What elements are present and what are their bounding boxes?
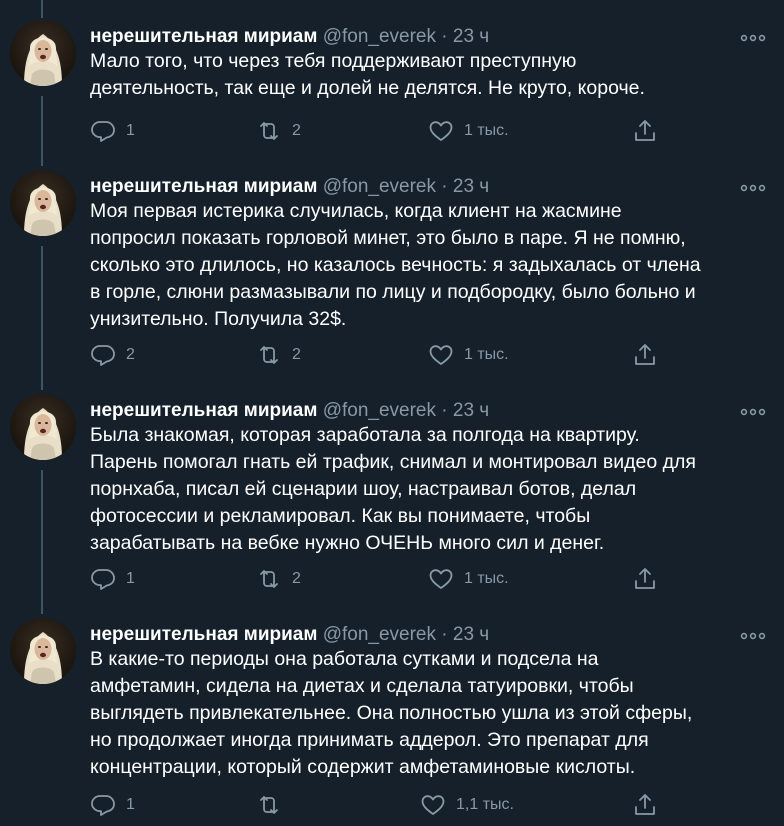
tweet-text: Мало того, что через тебя поддерживают п… bbox=[90, 50, 645, 99]
tweet-header: нерешительная мириам @fon_everek · 23 ч bbox=[90, 174, 489, 200]
avatar[interactable] bbox=[10, 394, 76, 460]
tweet-actions: 1 2 1 тыс. bbox=[90, 564, 670, 594]
retweet-count: 2 bbox=[292, 570, 301, 587]
tweet[interactable]: нерешительная мириам @fon_everek · 23 ч … bbox=[0, 170, 784, 394]
reply-icon bbox=[90, 792, 116, 818]
reply-count: 1 bbox=[126, 796, 135, 813]
separator-dot: · bbox=[441, 624, 448, 645]
like-button[interactable]: 1,1 тыс. bbox=[420, 790, 514, 820]
like-button[interactable]: 1 тыс. bbox=[428, 116, 509, 146]
author-name[interactable]: нерешительная мириам bbox=[90, 624, 317, 645]
heart-icon bbox=[428, 566, 454, 592]
author-name[interactable]: нерешительная мириам bbox=[90, 400, 317, 421]
retweet-count: 2 bbox=[292, 122, 301, 139]
tweet-actions: 1 2 1 тыс. bbox=[90, 116, 670, 146]
retweet-count: 2 bbox=[292, 346, 301, 363]
like-count: 1 тыс. bbox=[464, 570, 509, 587]
separator-dot: · bbox=[441, 400, 448, 421]
more-icon[interactable] bbox=[740, 180, 766, 192]
retweet-icon bbox=[256, 118, 282, 144]
tweet-actions: 1 1,1 тыс. bbox=[90, 790, 670, 820]
thread-line bbox=[41, 0, 43, 18]
author-handle[interactable]: @fon_everek bbox=[323, 400, 436, 421]
reply-count: 2 bbox=[126, 346, 135, 363]
reply-button[interactable]: 1 bbox=[90, 116, 135, 146]
author-handle[interactable]: @fon_everek bbox=[323, 26, 436, 47]
like-count: 1,1 тыс. bbox=[456, 796, 514, 813]
share-button[interactable] bbox=[632, 564, 658, 594]
tweet-time[interactable]: 23 ч bbox=[453, 624, 489, 645]
share-icon bbox=[632, 792, 658, 818]
avatar[interactable] bbox=[10, 20, 76, 86]
separator-dot: · bbox=[441, 26, 448, 47]
share-button[interactable] bbox=[632, 116, 658, 146]
heart-icon bbox=[420, 792, 446, 818]
reply-icon bbox=[90, 566, 116, 592]
like-button[interactable]: 1 тыс. bbox=[428, 564, 509, 594]
author-name[interactable]: нерешительная мириам bbox=[90, 26, 317, 47]
tweet[interactable]: нерешительная мириам @fon_everek · 23 ч … bbox=[0, 394, 784, 618]
retweet-icon bbox=[256, 342, 282, 368]
reply-button[interactable]: 2 bbox=[90, 340, 135, 370]
reply-icon bbox=[90, 118, 116, 144]
tweet-actions: 2 2 1 тыс. bbox=[90, 340, 670, 370]
more-icon[interactable] bbox=[740, 628, 766, 640]
tweet-header: нерешительная мириам @fon_everek · 23 ч bbox=[90, 622, 489, 648]
tweet-text: Моя первая истерика случилась, когда кли… bbox=[90, 200, 701, 330]
tweet-text: В какие-то периоды она работала сутками … bbox=[90, 648, 693, 778]
avatar[interactable] bbox=[10, 170, 76, 236]
reply-icon bbox=[90, 342, 116, 368]
like-button[interactable]: 1 тыс. bbox=[428, 340, 509, 370]
like-count: 1 тыс. bbox=[464, 346, 509, 363]
separator-dot: · bbox=[441, 176, 448, 197]
retweet-button[interactable]: 2 bbox=[256, 564, 301, 594]
author-name[interactable]: нерешительная мириам bbox=[90, 176, 317, 197]
author-handle[interactable]: @fon_everek bbox=[323, 176, 436, 197]
retweet-icon bbox=[256, 792, 282, 818]
retweet-button[interactable]: 2 bbox=[256, 116, 301, 146]
share-icon bbox=[632, 342, 658, 368]
tweet-header: нерешительная мириам @fon_everek · 23 ч bbox=[90, 24, 489, 50]
tweet-time[interactable]: 23 ч bbox=[453, 400, 489, 421]
reply-button[interactable]: 1 bbox=[90, 564, 135, 594]
share-icon bbox=[632, 118, 658, 144]
like-count: 1 тыс. bbox=[464, 122, 509, 139]
tweet-header: нерешительная мириам @fon_everek · 23 ч bbox=[90, 398, 489, 424]
tweet-time[interactable]: 23 ч bbox=[453, 176, 489, 197]
tweet[interactable]: нерешительная мириам @fon_everek · 23 ч … bbox=[0, 20, 784, 170]
heart-icon bbox=[428, 342, 454, 368]
more-icon[interactable] bbox=[740, 404, 766, 416]
tweet-time[interactable]: 23 ч bbox=[453, 26, 489, 47]
retweet-icon bbox=[256, 566, 282, 592]
share-button[interactable] bbox=[632, 790, 658, 820]
retweet-button[interactable] bbox=[256, 790, 292, 820]
heart-icon bbox=[428, 118, 454, 144]
tweet[interactable]: нерешительная мириам @fon_everek · 23 ч … bbox=[0, 618, 784, 826]
share-button[interactable] bbox=[632, 340, 658, 370]
reply-count: 1 bbox=[126, 122, 135, 139]
retweet-button[interactable]: 2 bbox=[256, 340, 301, 370]
author-handle[interactable]: @fon_everek bbox=[323, 624, 436, 645]
share-icon bbox=[632, 566, 658, 592]
avatar[interactable] bbox=[10, 618, 76, 684]
reply-button[interactable]: 1 bbox=[90, 790, 135, 820]
reply-count: 1 bbox=[126, 570, 135, 587]
more-icon[interactable] bbox=[740, 30, 766, 42]
tweet-text: Была знакомая, которая заработала за пол… bbox=[90, 424, 696, 554]
